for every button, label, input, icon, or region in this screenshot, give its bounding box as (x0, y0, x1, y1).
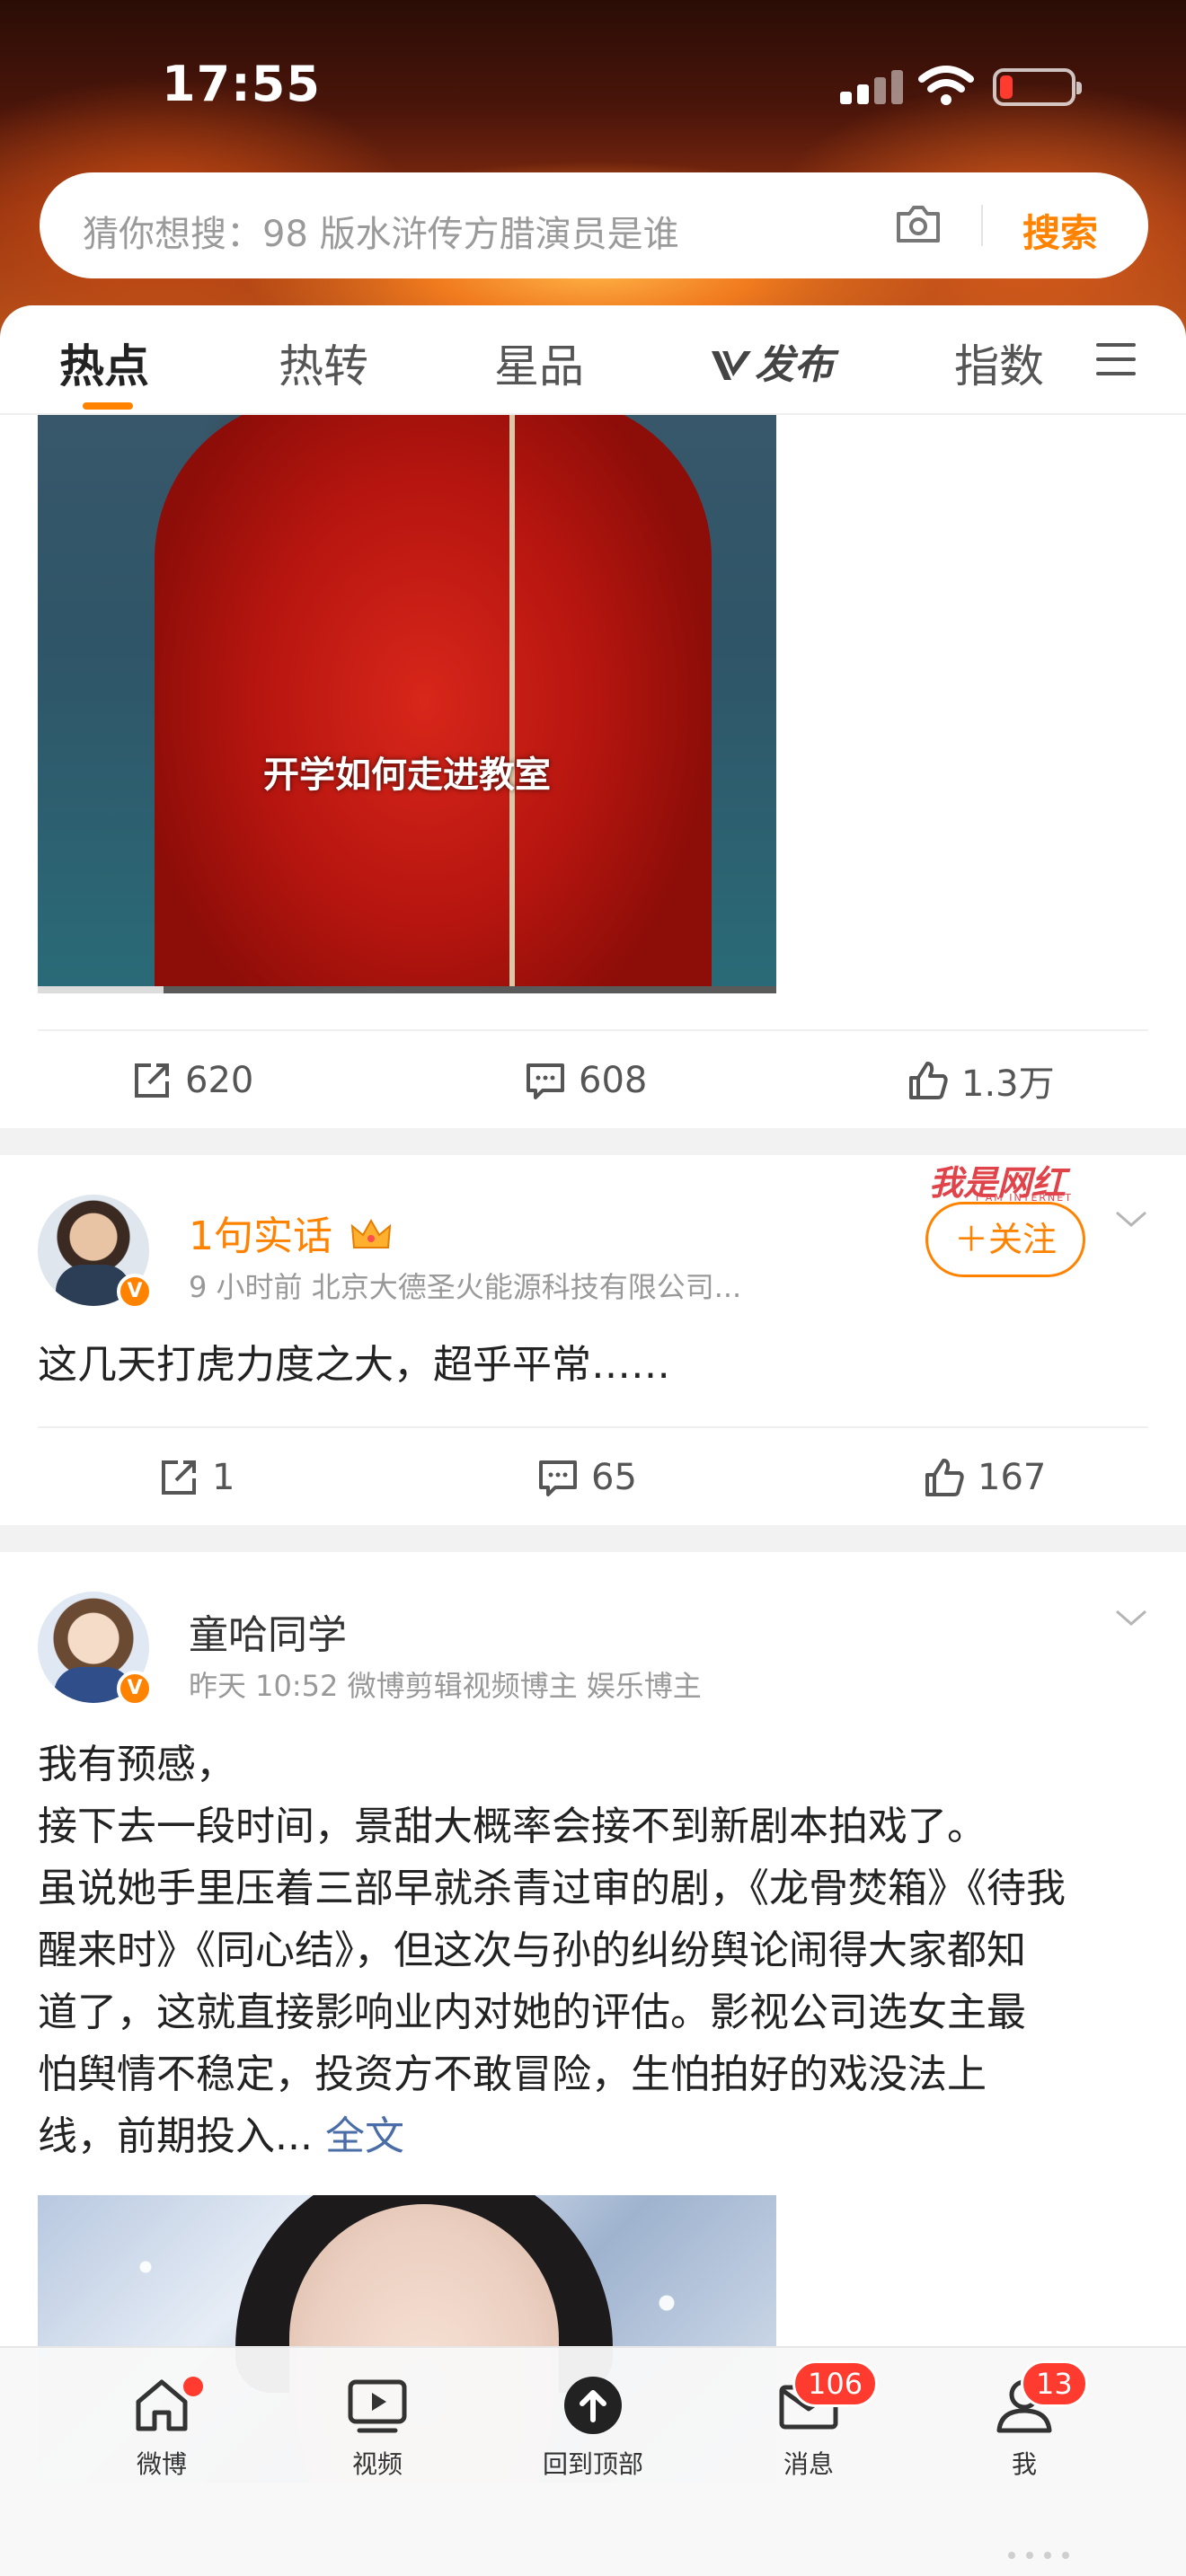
repost-count: 1 (212, 1457, 235, 1498)
verified-badge-icon: V (117, 1274, 153, 1310)
nav-messages[interactable]: 消息 106 (737, 2360, 881, 2481)
verified-badge-icon: V (117, 1671, 153, 1707)
repost-icon (162, 1460, 196, 1495)
nav-back-to-top[interactable]: 回到顶部 (521, 2373, 665, 2481)
video-caption: 开学如何走进教室 (263, 754, 551, 796)
post2-meta: 9 小时前 北京大德圣火能源科技有限公司... (189, 1270, 742, 1304)
post3-line: 我有预感， (38, 1742, 235, 1787)
status-bar: 17:55 (0, 0, 1186, 171)
comment-icon (527, 1063, 564, 1099)
nav-home[interactable]: 微博 (90, 2373, 234, 2481)
home-notification-dot (183, 2377, 203, 2396)
video-frame-figure (155, 415, 712, 993)
repost-count: 620 (185, 1060, 254, 1101)
like-button[interactable]: 167 (924, 1428, 1046, 1527)
active-tab-indicator (83, 402, 133, 410)
messages-count-badge: 106 (792, 2360, 879, 2407)
nav-back-to-top-label: 回到顶部 (542, 2449, 643, 2479)
comment-count: 608 (579, 1060, 648, 1101)
v-logo-icon (712, 351, 751, 380)
post3-line: 接下去一段时间，景甜大概率会接不到新剧本拍戏了。 (38, 1804, 987, 1849)
repost-button[interactable]: 620 (131, 1031, 253, 1130)
post-separator (0, 1128, 1186, 1155)
tab-hot[interactable]: 热点 (59, 331, 149, 395)
wifi-icon (918, 66, 974, 105)
search-button[interactable]: 搜索 (1022, 203, 1098, 258)
camera-icon[interactable] (893, 201, 943, 246)
comment-button[interactable]: 608 (525, 1031, 647, 1130)
like-count: 1.3万 (961, 1063, 1055, 1105)
post3-line: 虽说她手里压着三部早就杀青过审的剧，《龙骨焚箱》《待我 (38, 1866, 1066, 1911)
post-video[interactable]: 开学如何走进教室 (38, 415, 776, 993)
post3-line: 怕舆情不稳定，投资方不敢冒险，生怕拍好的戏没法上 (38, 2051, 987, 2097)
nav-video[interactable]: 视频 (305, 2373, 449, 2481)
post3-meta: 昨天 10:52 微博剪辑视频博主 娱乐博主 (189, 1669, 702, 1703)
post3-text: 我有预感， 接下去一段时间，景甜大概率会接不到新剧本拍戏了。 虽说她手里压着三部… (38, 1734, 1161, 2167)
post2-action-bar: 1 65 167 (38, 1426, 1148, 1525)
nav-video-label: 视频 (351, 2449, 403, 2479)
post3-line: 线，前期投入... (38, 2113, 313, 2159)
nav-profile-label: 我 (1011, 2449, 1037, 2479)
battery-icon (993, 68, 1082, 106)
post3-username[interactable]: 童哈同学 (189, 1602, 347, 1660)
tab-star-products[interactable]: 星品 (494, 331, 584, 395)
like-count: 167 (978, 1457, 1047, 1498)
profile-count-badge: 13 (1021, 2360, 1088, 2407)
video-progress-fill (38, 986, 164, 993)
post2-username-text: 1句实话 (189, 1213, 332, 1259)
comment-button[interactable]: 65 (537, 1428, 637, 1527)
full-text-link[interactable]: 全文 (325, 2113, 404, 2159)
tab-v-publish[interactable]: 发布 (710, 332, 834, 390)
post-separator (0, 1525, 1186, 1552)
repost-button[interactable]: 1 (158, 1428, 235, 1527)
video-icon (348, 2379, 407, 2433)
back-to-top-icon (564, 2377, 622, 2434)
post3-line: 道了，这就直接影响业内对她的评估。影视公司选女主最 (38, 1989, 1026, 2035)
nav-home-label: 微博 (136, 2449, 187, 2479)
post3-last-line: 线，前期投入... 全文 (38, 2105, 1161, 2167)
post3-line: 醒来时》《同心结》，但这次与孙的纠纷舆论闹得大家都知 (38, 1928, 1026, 1973)
chevron-down-icon[interactable] (1114, 1209, 1148, 1231)
tab-trending-repost[interactable]: 热转 (279, 331, 368, 395)
menu-icon[interactable] (1096, 343, 1136, 375)
cellular-signal-icon (840, 68, 903, 104)
comment-count: 65 (591, 1457, 637, 1498)
status-time: 17:55 (162, 56, 321, 112)
nav-messages-label: 消息 (783, 2449, 834, 2479)
post1-action-bar: 620 608 1.3万 (38, 1029, 1148, 1128)
nav-profile[interactable]: 我 13 (952, 2360, 1096, 2481)
home-indicator-icon (1008, 2552, 1069, 2559)
tab-v-publish-label: 发布 (755, 342, 834, 388)
follow-button[interactable]: ＋关注 (925, 1202, 1085, 1277)
comment-icon (539, 1460, 577, 1496)
search-placeholder[interactable]: 猜你想搜：98 版水浒传方腊演员是谁 (83, 205, 679, 257)
post2-username[interactable]: 1句实话 (189, 1204, 392, 1261)
like-icon (925, 1459, 964, 1496)
tab-bar: 热点 热转 星品 发布 指数 (0, 305, 1186, 415)
chevron-down-icon[interactable] (1114, 1608, 1148, 1629)
like-icon (909, 1062, 948, 1099)
search-divider (981, 205, 983, 246)
like-button[interactable]: 1.3万 (907, 1031, 1055, 1130)
post2-text: 这几天打虎力度之大，超乎平常…… (38, 1342, 670, 1388)
video-progress-bar[interactable] (38, 986, 776, 993)
tab-index[interactable]: 指数 (954, 331, 1044, 395)
crown-icon (350, 1218, 392, 1248)
bottom-navigation: 微博 视频 回到顶部 消息 106 我 13 (0, 2346, 1186, 2576)
repost-icon (135, 1063, 169, 1098)
search-bar[interactable]: 猜你想搜：98 版水浒传方腊演员是谁 搜索 (40, 172, 1148, 278)
